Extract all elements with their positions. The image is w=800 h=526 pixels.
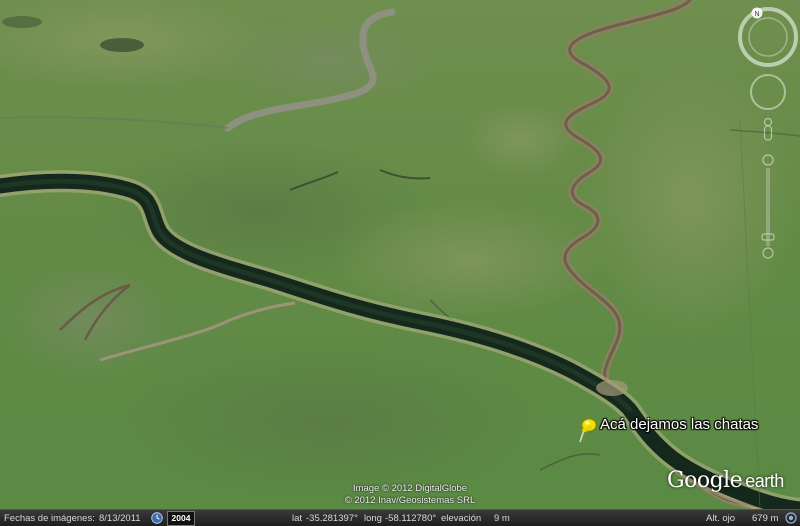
elevation-label: elevación	[441, 513, 482, 524]
logo-brand: Google	[667, 468, 743, 493]
svg-text:N: N	[754, 11, 759, 18]
pond	[100, 38, 144, 52]
imagery-attribution: Image © 2012 DigitalGlobe © 2012 Inav/Ge…	[300, 483, 520, 507]
logo-suffix: earth	[745, 471, 784, 491]
terrain-patch	[0, 260, 180, 380]
longitude-label: long	[364, 513, 382, 524]
placemark-label[interactable]: Acá dejamos las chatas	[600, 416, 758, 433]
terrain-patch	[220, 15, 440, 105]
street-view-pegman-icon[interactable]	[763, 117, 773, 141]
eye-altitude-value: 679 m	[752, 513, 779, 524]
latitude-label: lat	[292, 513, 303, 524]
streaming-status-icon	[785, 512, 797, 524]
terrain-patch	[110, 340, 550, 500]
map-viewport[interactable]: Acá dejamos las chatas Image © 2012 Digi…	[0, 0, 800, 526]
pond	[2, 16, 42, 28]
terrain-patch	[460, 100, 580, 180]
imagery-date: 8/13/2011	[99, 513, 141, 524]
zoom-slider-icon[interactable]	[761, 154, 775, 259]
attribution-line: © 2012 Inav/Geosistemas SRL	[344, 495, 476, 506]
imagery-date-label: Fechas de imágenes:	[4, 513, 95, 524]
status-bar: Fechas de imágenes: 8/13/2011 2004 lat -…	[0, 509, 800, 526]
attribution-line: Image © 2012 DigitalGlobe	[352, 483, 468, 494]
yellow-pushpin-icon[interactable]	[577, 416, 599, 444]
elevation-value: 9 m	[494, 513, 510, 524]
sand-shoal	[596, 380, 628, 396]
google-earth-logo: Google earth	[667, 468, 784, 493]
look-joystick-icon[interactable]	[750, 74, 786, 110]
latitude-value: -35.281397°	[306, 513, 358, 524]
navigation-controls: N	[738, 7, 798, 259]
longitude-value: -58.112780°	[385, 513, 437, 524]
clock-icon[interactable]	[151, 512, 163, 524]
compass-icon[interactable]: N	[738, 7, 798, 67]
historical-imagery-year[interactable]: 2004	[167, 511, 195, 526]
eye-altitude-label: Alt. ojo	[706, 513, 736, 524]
